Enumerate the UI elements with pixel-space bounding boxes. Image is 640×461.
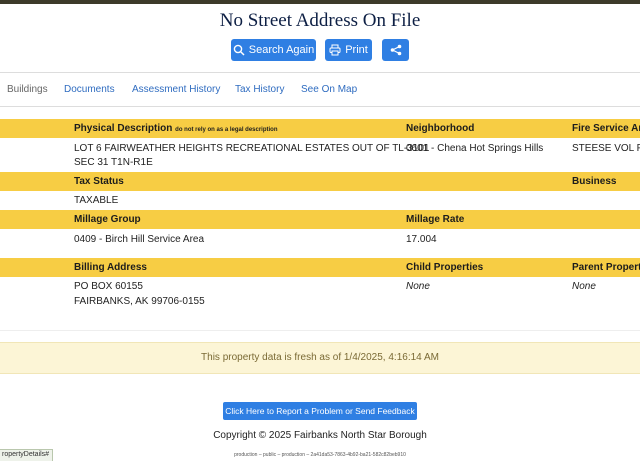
tax-status-value: TAXABLE [74, 195, 119, 206]
tab-see-on-map[interactable]: See On Map [301, 84, 357, 95]
millage-rate-value: 17.004 [406, 234, 437, 245]
fire-service-area-value: STEESE VOL FIR [572, 143, 640, 154]
copyright-text: Copyright © 2025 Fairbanks North Star Bo… [213, 430, 427, 441]
print-button[interactable]: Print [325, 39, 372, 61]
billing-address-line2: FAIRBANKS, AK 99706-0155 [74, 296, 205, 307]
physical-description-line2: SEC 31 T1N-R1E [74, 157, 153, 168]
child-properties-header: Child Properties [406, 262, 484, 273]
physical-description-line1: LOT 6 FAIRWEATHER HEIGHTS RECREATIONAL E… [74, 143, 430, 154]
neighborhood-header: Neighborhood [406, 123, 475, 134]
search-icon [233, 44, 245, 56]
child-properties-value: None [406, 279, 430, 294]
tax-status-header: Tax Status [74, 176, 124, 187]
top-image-strip [0, 0, 640, 4]
header-band-billing: Billing Address Child Properties Parent … [0, 258, 640, 277]
legal-description-note: do not rely on as a legal description [175, 127, 278, 133]
printer-icon [329, 44, 341, 56]
build-info: production – public – production – 2a41d… [234, 452, 406, 458]
report-problem-button[interactable]: Click Here to Report a Problem or Send F… [223, 402, 417, 420]
billing-address-line1: PO BOX 60155 [74, 281, 143, 292]
tab-tax-history[interactable]: Tax History [235, 84, 284, 95]
share-icon [390, 44, 402, 56]
data-freshness-banner: This property data is fresh as of 1/4/20… [0, 342, 640, 374]
billing-address-header: Billing Address [74, 262, 147, 273]
millage-group-value: 0409 - Birch Hill Service Area [74, 234, 205, 245]
search-again-label: Search Again [248, 44, 315, 56]
share-button[interactable] [382, 39, 409, 61]
parent-properties-none: None [572, 281, 596, 292]
millage-group-header: Millage Group [74, 214, 141, 225]
header-band-millage: Millage Group Millage Rate [0, 210, 640, 229]
neighborhood-value: 0601 - Chena Hot Springs Hills [406, 143, 544, 154]
tab-buildings[interactable]: Buildings [7, 84, 48, 95]
details-tab-bar: Buildings Documents Assessment History T… [0, 72, 640, 107]
millage-rate-header: Millage Rate [406, 214, 465, 225]
search-again-button[interactable]: Search Again [231, 39, 316, 61]
section-divider [0, 330, 640, 331]
header-band-description: Physical Description do not rely on as a… [0, 119, 640, 138]
physical-description-label: Physical Description [74, 123, 173, 134]
status-bar-link-preview: ropertyDetails# [0, 449, 54, 461]
header-band-tax-status: Tax Status Business [0, 172, 640, 191]
fire-service-area-header: Fire Service Are [572, 123, 640, 134]
parent-properties-header: Parent Properti [572, 262, 640, 273]
print-label: Print [345, 44, 368, 56]
physical-description-header: Physical Description do not rely on as a… [74, 123, 278, 134]
parent-properties-value: None [572, 279, 596, 294]
business-header: Business [572, 176, 617, 187]
tab-documents[interactable]: Documents [64, 84, 115, 95]
page-title: No Street Address On File [219, 10, 421, 31]
child-properties-none: None [406, 281, 430, 292]
tab-assessment-history[interactable]: Assessment History [132, 84, 220, 95]
